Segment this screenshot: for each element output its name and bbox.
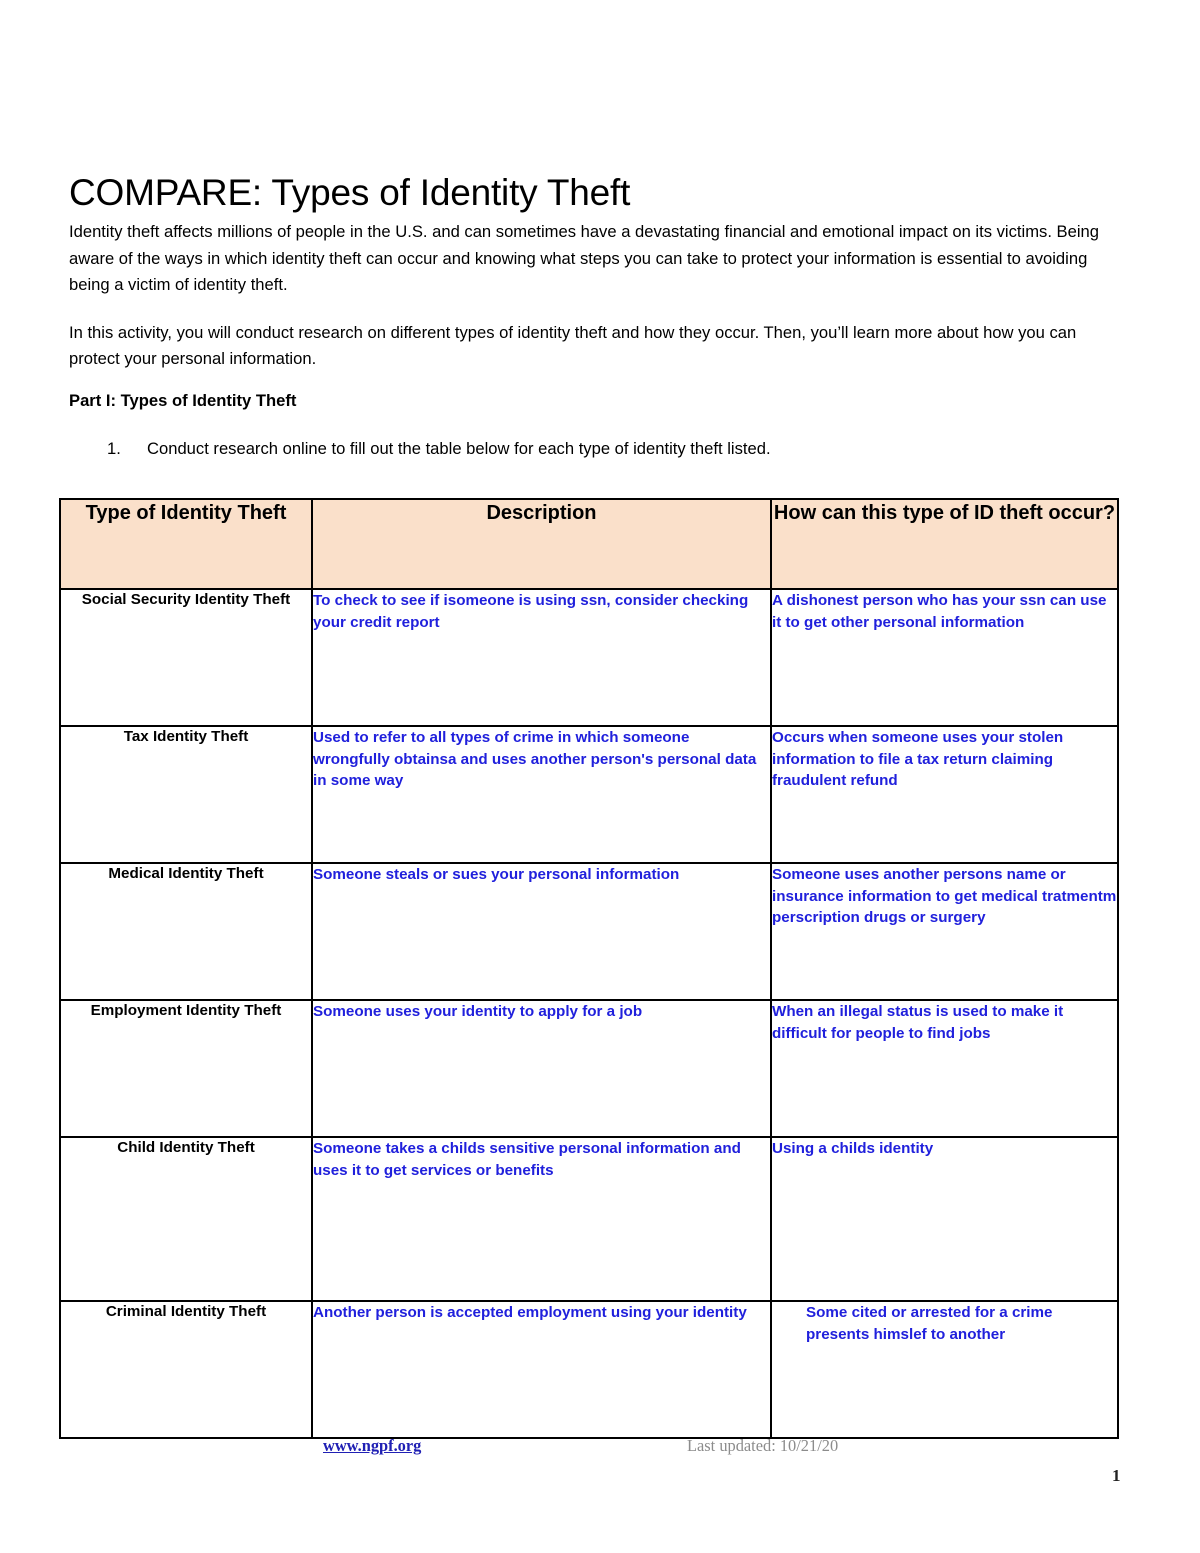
footer-website-link[interactable]: www.ngpf.org (323, 1436, 421, 1456)
cell-type: Criminal Identity Theft (59, 1300, 313, 1439)
page-number: 1 (1112, 1466, 1121, 1485)
identity-theft-table: Type of Identity Theft Description How c… (59, 498, 1119, 1439)
table-row: Tax Identity Theft Used to refer to all … (59, 725, 1119, 864)
cell-occurrence[interactable]: When an illegal status is used to make i… (770, 999, 1119, 1138)
intro-paragraph-2: In this activity, you will conduct resea… (69, 323, 1077, 369)
table-row: Criminal Identity Theft Another person i… (59, 1300, 1119, 1439)
cell-occurrence[interactable]: Occurs when someone uses your stolen inf… (770, 725, 1119, 864)
table-header-row: Type of Identity Theft Description How c… (59, 498, 1119, 590)
table-row: Medical Identity Theft Someone steals or… (59, 862, 1119, 1001)
cell-description[interactable]: Someone uses your identity to apply for … (311, 999, 772, 1138)
cell-occurrence[interactable]: A dishonest person who has your ssn can … (770, 588, 1119, 727)
instruction-spacer (69, 415, 1129, 437)
list-item-number: 1. (107, 438, 121, 458)
document-page: COMPARE: Types of Identity Theft Identit… (0, 0, 1200, 1553)
footer-last-updated: Last updated: 10/21/20 (687, 1436, 839, 1455)
cell-type: Employment Identity Theft (59, 999, 313, 1138)
table-row: Employment Identity Theft Someone uses y… (59, 999, 1119, 1138)
table-row: Child Identity Theft Someone takes a chi… (59, 1136, 1119, 1302)
cell-description[interactable]: Another person is accepted employment us… (311, 1300, 772, 1439)
document-body: COMPARE: Types of Identity Theft Identit… (69, 172, 1129, 462)
cell-type: Child Identity Theft (59, 1136, 313, 1302)
table-row: Social Security Identity Theft To check … (59, 588, 1119, 727)
section-heading: Part I: Types of Identity Theft (69, 391, 297, 411)
cell-type: Social Security Identity Theft (59, 588, 313, 727)
identity-theft-table-container: Type of Identity Theft Description How c… (59, 498, 1119, 1439)
list-item-text: Conduct research online to fill out the … (147, 438, 771, 458)
cell-description[interactable]: Someone steals or sues your personal inf… (311, 862, 772, 1001)
column-header-type: Type of Identity Theft (59, 498, 313, 590)
page-footer: www.ngpf.org Last updated: 10/21/20 (0, 1436, 1200, 1476)
cell-description[interactable]: To check to see if isomeone is using ssn… (311, 588, 772, 727)
cell-type: Tax Identity Theft (59, 725, 313, 864)
column-header-occurrence: How can this type of ID theft occur? (770, 498, 1119, 590)
intro-paragraph-1: Identity theft affects millions of peopl… (69, 222, 1099, 294)
cell-occurrence[interactable]: Some cited or arrested for a crime prese… (770, 1300, 1119, 1439)
cell-description[interactable]: Used to refer to all types of crime in w… (311, 725, 772, 864)
cell-description[interactable]: Someone takes a childs sensitive persona… (311, 1136, 772, 1302)
list-item: 1. Conduct research online to fill out t… (107, 437, 1129, 462)
cell-type: Medical Identity Theft (59, 862, 313, 1001)
instruction-list: 1. Conduct research online to fill out t… (69, 437, 1129, 462)
column-header-description: Description (311, 498, 772, 590)
cell-occurrence-text: Some cited or arrested for a crime prese… (806, 1304, 1053, 1343)
cell-occurrence[interactable]: Someone uses another persons name or ins… (770, 862, 1119, 1001)
page-title: COMPARE: Types of Identity Theft (69, 172, 631, 213)
cell-occurrence[interactable]: Using a childs identity (770, 1136, 1119, 1302)
